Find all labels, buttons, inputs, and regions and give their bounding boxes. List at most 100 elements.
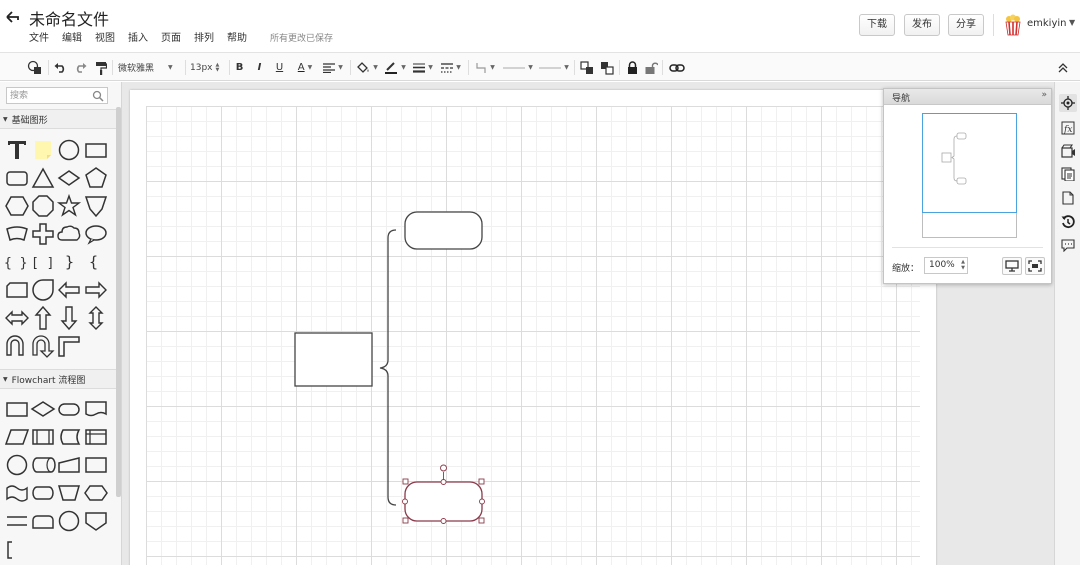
menu-view[interactable]: 视图 [95,32,115,46]
flow-decision[interactable] [30,396,56,422]
shape-cross[interactable] [30,221,56,247]
panel-scrollbar[interactable] [116,107,121,497]
anchor-point[interactable] [440,518,447,524]
flow-parallel[interactable] [4,508,30,534]
menu-file[interactable]: 文件 [29,32,49,46]
category-basic-shapes[interactable]: ▼ 基础图形 [0,109,116,129]
user-menu-caret-icon[interactable]: ▼ [1069,18,1075,27]
lock-icon[interactable] [625,59,639,76]
navigator-viewport[interactable] [922,113,1017,213]
shape-corner[interactable] [56,333,82,359]
flow-preparation[interactable] [83,480,109,506]
flow-sequential-data[interactable] [30,452,56,478]
comment-icon[interactable] [1059,236,1077,254]
menu-insert[interactable]: 插入 [128,32,148,46]
line-style-button[interactable]: ▼ [439,59,463,76]
flow-stored-data[interactable] [56,424,82,450]
fill-color-button[interactable]: ▼ [355,59,379,76]
italic-button[interactable]: I [253,59,266,76]
diagram-brace-connector[interactable] [379,229,397,506]
line-color-button[interactable]: ▼ [383,59,407,76]
fit-screen-icon[interactable] [1025,257,1045,275]
shape-bracket-pair[interactable]: [ ] [30,249,56,275]
unlock-icon[interactable] [644,59,658,76]
line-end-button[interactable]: ▼ [538,59,570,76]
format-painter-icon[interactable] [94,59,108,76]
shape-brace-pair[interactable]: { } [4,249,30,275]
format-style-icon[interactable] [26,59,44,76]
shape-left-brace[interactable]: { [83,249,109,275]
shape-hexagon[interactable] [4,193,30,219]
connector-type-button[interactable]: ▼ [473,59,497,76]
flow-annotation[interactable] [4,537,30,563]
anchor-point[interactable] [440,479,447,485]
download-button[interactable]: 下载 [859,14,895,36]
popcorn-avatar-icon[interactable] [1003,14,1023,36]
shape-up-arrow[interactable] [30,305,56,331]
flow-tape[interactable] [4,480,30,506]
page-icon[interactable] [1059,189,1077,207]
resize-handle[interactable] [402,478,409,485]
shape-double-arrow[interactable] [4,305,30,331]
redo-icon[interactable] [73,59,87,76]
flow-terminator[interactable] [56,396,82,422]
flow-process[interactable] [4,396,30,422]
resize-handle[interactable] [478,517,485,524]
shape-right-brace[interactable]: } [56,249,82,275]
resize-handle[interactable] [478,478,485,485]
back-arrow-icon[interactable] [4,8,22,26]
shape-octagon[interactable] [30,193,56,219]
shape-rounded-rectangle[interactable] [4,165,30,191]
line-width-button[interactable]: ▼ [411,59,435,76]
function-icon[interactable]: fx [1059,119,1077,137]
presentation-icon[interactable] [1002,257,1022,275]
user-name[interactable]: emkiyin [1027,18,1067,29]
menu-edit[interactable]: 编辑 [62,32,82,46]
history-icon[interactable] [1059,213,1077,231]
flow-delay[interactable] [30,508,56,534]
shape-callout[interactable] [83,221,109,247]
shape-card[interactable] [4,277,30,303]
bold-button[interactable]: B [233,59,246,76]
shape-rectangle[interactable] [83,137,109,163]
shape-u-turn-arrow-2[interactable] [30,333,56,359]
diagram-rectangle[interactable] [294,332,373,387]
film-icon[interactable] [1059,142,1077,160]
flow-display[interactable] [83,452,109,478]
anchor-point[interactable] [479,498,485,505]
bring-to-front-icon[interactable] [579,59,595,76]
underline-button[interactable]: U [273,59,286,76]
flow-internal-storage[interactable] [83,424,109,450]
resize-handle[interactable] [402,517,409,524]
search-input[interactable] [10,89,92,102]
shape-star[interactable] [56,193,82,219]
flow-document[interactable] [83,396,109,422]
shape-sticky-note[interactable] [30,137,56,163]
menu-page[interactable]: 页面 [161,32,181,46]
navigator-header[interactable]: 导航 » [884,89,1051,105]
zoom-stepper[interactable]: 100% ▲ ▼ [924,257,968,274]
publish-button[interactable]: 发布 [904,14,940,36]
font-size-stepper[interactable]: 13px ▲ ▼ [190,59,226,76]
diagram-rounded-rectangle-top[interactable] [404,211,483,250]
flow-off-page-reference[interactable] [83,508,109,534]
font-family-select[interactable]: 微软雅黑 ▼ [118,59,182,76]
shape-cloud[interactable] [56,221,82,247]
shape-right-arrow[interactable] [83,277,109,303]
font-color-button[interactable]: A ▼ [293,59,317,76]
anchor-point[interactable] [402,498,408,505]
shape-inverted-pentagon[interactable] [83,193,109,219]
diagram-rounded-rectangle-selected[interactable] [404,481,483,522]
navigator-icon[interactable] [1059,94,1077,112]
shape-u-turn-arrow[interactable] [4,333,30,359]
menu-help[interactable]: 帮助 [227,32,247,46]
category-flowchart[interactable]: ▼ Flowchart 流程图 [0,369,116,389]
shape-pentagon[interactable] [83,165,109,191]
share-button[interactable]: 分享 [948,14,984,36]
flow-on-page-reference[interactable] [56,508,82,534]
flow-predefined-process[interactable] [30,424,56,450]
shape-banner[interactable] [4,221,30,247]
document-title[interactable]: 未命名文件 [29,6,109,30]
search-icon[interactable] [92,90,104,102]
flow-manual-input[interactable] [56,452,82,478]
